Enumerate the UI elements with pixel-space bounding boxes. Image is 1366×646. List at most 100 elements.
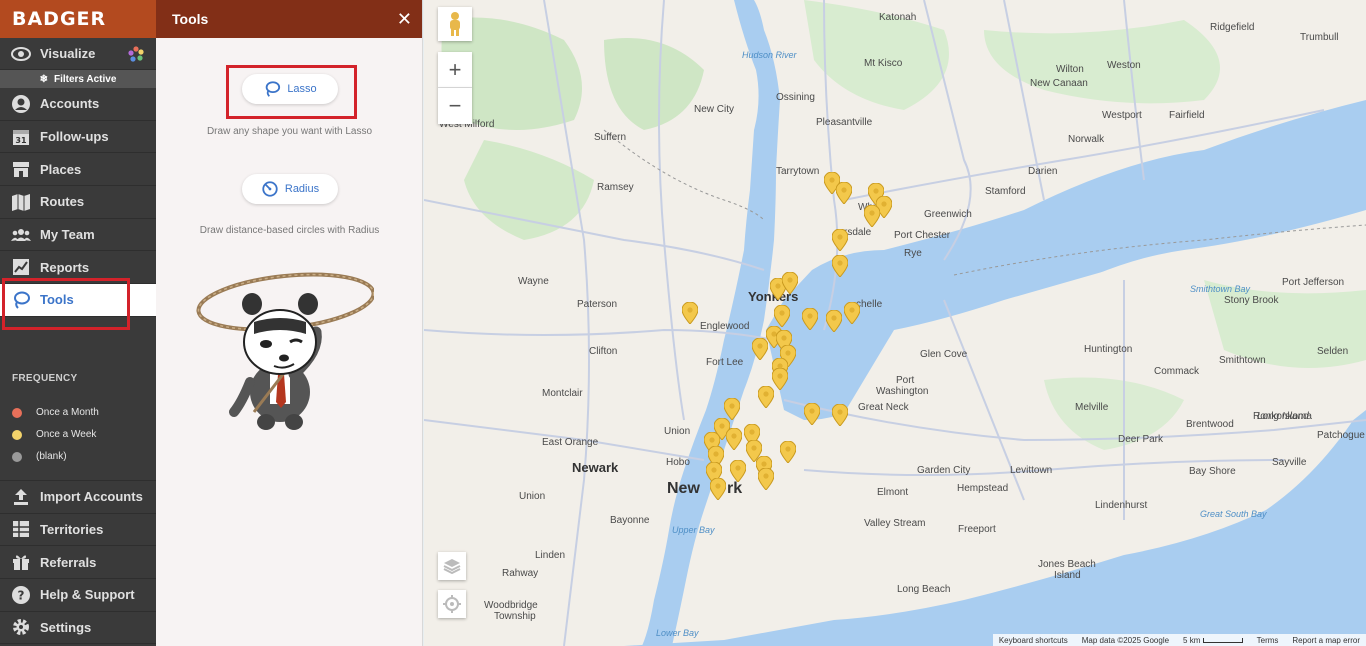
map-place-label: Elmont [877, 487, 909, 498]
account-pin-icon[interactable] [802, 308, 818, 330]
nav-my-team[interactable]: My Team [0, 219, 156, 252]
account-pin-icon[interactable] [710, 478, 726, 500]
map-place-label: New Canaan [1030, 78, 1088, 89]
scale-label: 5 km [1183, 635, 1201, 645]
map-place-label: New City [694, 104, 735, 115]
legend-once-a-month[interactable]: Once a Month [12, 402, 156, 424]
legend-label: Once a Week [36, 429, 97, 441]
map-place-label: Bayonne [610, 515, 650, 526]
filters-active-label: Filters Active [53, 73, 117, 85]
layers-icon[interactable] [438, 552, 466, 580]
account-pin-icon[interactable] [832, 255, 848, 277]
nav-help-support[interactable]: ? Help & Support [0, 579, 156, 612]
badger-logo[interactable]: BADGER [0, 0, 156, 38]
yellow-dot-icon [12, 429, 22, 440]
radius-button[interactable]: Radius [242, 174, 338, 204]
nav-reports[interactable]: Reports [0, 251, 156, 285]
map-view[interactable]: Katonah Mt Kisco Wilton Weston Ridgefield Tru… [424, 0, 1366, 646]
nav-routes-label: Routes [40, 194, 85, 210]
account-pin-icon[interactable] [758, 468, 774, 490]
map-place-label: Deer Park [1118, 434, 1164, 445]
my-location-icon[interactable] [438, 590, 466, 618]
keyboard-shortcuts-link[interactable]: Keyboard shortcuts [999, 636, 1068, 645]
map-place-label: Levittown [1010, 465, 1053, 476]
account-pin-icon[interactable] [832, 404, 848, 426]
nav-visualize[interactable]: Visualize [0, 38, 156, 70]
legend-label: (blank) [36, 451, 67, 463]
help-icon: ? [10, 584, 32, 606]
color-wheel-icon[interactable] [128, 46, 144, 65]
terms-link[interactable]: Terms [1257, 636, 1279, 645]
map-place-label: Stamford [985, 186, 1026, 197]
nav-accounts[interactable]: Accounts [0, 88, 156, 121]
account-pin-icon[interactable] [772, 368, 788, 390]
account-pin-icon[interactable] [780, 441, 796, 463]
map-place-label: Norwalk [1068, 134, 1105, 145]
filters-active-badge[interactable]: ❄ Filters Active [0, 70, 156, 88]
nav-import-accounts[interactable]: Import Accounts [0, 481, 156, 514]
close-icon[interactable]: ✕ [397, 9, 412, 30]
red-dot-icon [12, 407, 22, 418]
legend-blank[interactable]: (blank) [12, 446, 156, 468]
map-place-label: Tarrytown [776, 166, 820, 177]
map-place-label: Rahway [502, 568, 539, 579]
nav-territories[interactable]: Territories [0, 514, 156, 547]
account-pin-icon[interactable] [758, 386, 774, 408]
nav-tools[interactable]: Tools [0, 284, 156, 317]
nav-places[interactable]: Places [0, 153, 156, 187]
zoom-out-button[interactable]: − [438, 88, 472, 124]
map-place-label: Brentwood [1186, 419, 1234, 430]
account-pin-icon[interactable] [682, 302, 698, 324]
zoom-in-button[interactable]: + [438, 52, 472, 88]
lasso-label: Lasso [287, 83, 317, 95]
sidebar: BADGER Visualize ❄ Filters Active Accoun… [0, 0, 156, 646]
nav-help-support-label: Help & Support [40, 587, 135, 603]
map-place-label: Darien [1028, 166, 1058, 177]
nav-settings[interactable]: Settings [0, 612, 156, 645]
account-pin-icon[interactable] [864, 205, 880, 227]
map-place-label: Port Jefferson [1282, 277, 1345, 288]
account-pin-icon[interactable] [826, 310, 842, 332]
nav-import-accounts-label: Import Accounts [40, 489, 143, 505]
account-pin-icon[interactable] [836, 182, 852, 204]
account-pin-icon[interactable] [804, 403, 820, 425]
map-place-label: Hudson River [742, 50, 797, 60]
grid-icon [10, 518, 32, 540]
nav-referrals[interactable]: Referrals [0, 546, 156, 579]
account-pin-icon[interactable] [844, 302, 860, 324]
legend-once-a-week[interactable]: Once a Week [12, 424, 156, 446]
account-pin-icon[interactable] [724, 398, 740, 420]
account-pin-icon[interactable] [752, 338, 768, 360]
account-pin-icon[interactable] [730, 460, 746, 482]
account-pin-icon[interactable] [782, 272, 798, 294]
map-place-label: Clifton [589, 346, 618, 357]
map-place-label: Patchogue [1317, 430, 1365, 441]
account-pin-icon[interactable] [726, 428, 742, 450]
map-place-label: Sayville [1272, 457, 1307, 468]
lasso-button[interactable]: Lasso [242, 74, 338, 104]
map-place-label: Melville [1075, 402, 1109, 413]
map-place-label: Suffern [594, 132, 627, 143]
report-map-error-link[interactable]: Report a map error [1292, 636, 1360, 645]
map-place-label: Smithtown Bay [1190, 284, 1251, 294]
account-pin-icon[interactable] [774, 305, 790, 327]
upload-icon [10, 486, 32, 508]
map-place-label: Union [519, 491, 546, 502]
nav-territories-label: Territories [40, 521, 104, 537]
street-view-pegman-icon[interactable] [438, 7, 472, 41]
map-place-label: Newark [572, 460, 619, 475]
map-place-label: Long Beach [897, 584, 951, 595]
map-place-label: Wilton [1056, 64, 1084, 75]
map-place-label: Upper Bay [672, 525, 715, 535]
eye-icon [10, 43, 32, 65]
account-pin-icon[interactable] [832, 229, 848, 251]
calendar-icon: 31 [10, 126, 32, 148]
radius-label: Radius [284, 183, 320, 195]
frequency-legend: FREQUENCY Once a Month Once a Week (blan… [0, 317, 156, 468]
map-place-label: Trumbull [1300, 32, 1339, 43]
map-place-label: Garden City [917, 465, 971, 476]
nav-routes[interactable]: Routes [0, 186, 156, 219]
nav-follow-ups[interactable]: 31 Follow-ups [0, 121, 156, 154]
filter-icon: ❄ [39, 73, 48, 85]
map-place-label: Westport [1102, 110, 1142, 121]
